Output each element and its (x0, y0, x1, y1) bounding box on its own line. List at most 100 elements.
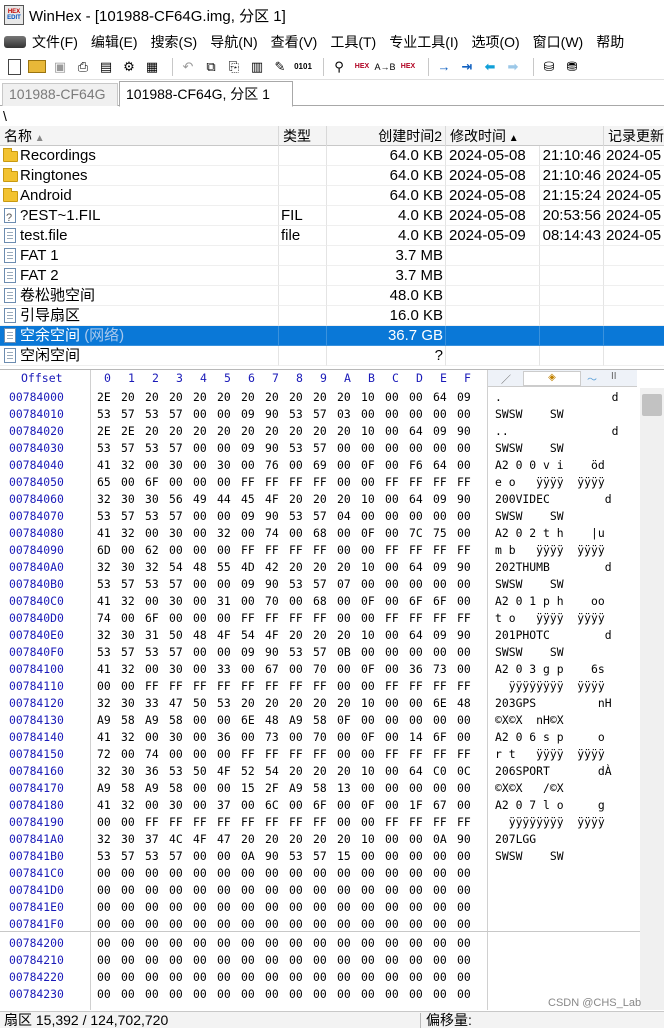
tab-partition-1[interactable]: 101988-CF64G, 分区 1 (119, 81, 293, 107)
goto-offset-icon[interactable]: ⇥ (458, 58, 476, 76)
hex-row[interactable]: 00784120 32 30 33 47 50 53 20 20 20 20 20 10 00 00 6E 48… (0, 695, 640, 712)
hex-ascii[interactable]: A2 0 2 t h |u (495, 525, 605, 542)
copy-block-icon[interactable]: ⎘ (225, 58, 243, 76)
find-icon[interactable]: ⚲ (330, 58, 348, 76)
hex-row[interactable]: 00784080 41 32 00 30 00 32 00 74 00 68 00 0F 00 7C 75 00… (0, 525, 640, 542)
disk-icon[interactable]: ⛁ (540, 58, 558, 76)
hex-row[interactable]: 00784170 A9 58 A9 58 00 00 15 2F A9 58 13 00 00 00 00 00… (0, 780, 640, 797)
hex-ascii[interactable]: ÿÿÿÿÿÿÿÿ ÿÿÿÿ (495, 678, 605, 695)
hex-row[interactable]: 00784070 53 57 53 57 00 00 09 90 53 57 04 00 00 00 00 00… (0, 508, 640, 525)
directory-row[interactable]: FAT 1 3.7 MB (0, 246, 664, 266)
binary-icon[interactable]: 0101 (294, 58, 312, 76)
goto-icon[interactable]: → (435, 58, 453, 76)
hex-ascii[interactable]: r t ÿÿÿÿ ÿÿÿÿ (495, 746, 605, 763)
hex-row[interactable]: 00784040 41 32 00 30 00 30 00 76 00 69 00 0F 00 F6 64 00… (0, 457, 640, 474)
hex-row[interactable]: 00784160 32 30 36 53 50 4F 52 54 20 20 20 10 00 64 C0 0C… (0, 763, 640, 780)
hex-row[interactable]: 00784220 00 00 00 00 00 00 00 00 00 00 00 00 00 00 00 00 (0, 969, 640, 986)
undo-icon[interactable]: ↶ (179, 58, 197, 76)
scrollbar-thumb[interactable] (642, 394, 662, 416)
hex-ascii[interactable]: 200VIDEC d (495, 491, 612, 508)
directory-row[interactable]: Ringtones 64.0 KB 2024-05-08 21:10:46 2024-0… (0, 166, 664, 186)
print-icon[interactable]: ⎙ (74, 58, 92, 76)
menu-help[interactable]: 帮助 (596, 32, 624, 52)
hex-ascii[interactable]: SWSW SW (495, 576, 564, 593)
copy-icon[interactable]: ⧉ (202, 58, 220, 76)
directory-row[interactable]: Android 64.0 KB 2024-05-08 21:15:24 2024-05 (0, 186, 664, 206)
menu-window[interactable]: 窗口(W) (533, 32, 584, 52)
hex-row[interactable]: 007841A0 32 30 37 4C 4F 47 20 20 20 20 20 10 00 00 0A 90… (0, 831, 640, 848)
hex-ascii[interactable]: A2 0 6 s p o (495, 729, 605, 746)
column-record-header[interactable]: 记录更新 (604, 126, 664, 146)
hex-row[interactable]: 00784060 32 30 30 56 49 44 45 4F 20 20 20 10 00 64 09 90… (0, 491, 640, 508)
hex-ascii[interactable]: A2 0 3 g p 6s (495, 661, 605, 678)
menu-tools[interactable]: 工具(T) (330, 32, 376, 52)
hex-ascii[interactable]: SWSW SW (495, 508, 564, 525)
hex-ascii[interactable]: 201PHOTC d (495, 627, 612, 644)
hex-row[interactable]: 00784210 00 00 00 00 00 00 00 00 00 00 00 00 00 00 00 00 (0, 952, 640, 969)
hex-row[interactable]: 00784030 53 57 53 57 00 00 09 90 53 57 00 00 00 00 00 00… (0, 440, 640, 457)
hex-row[interactable]: 007840B0 53 57 53 57 00 00 09 90 53 57 07 00 00 00 00 00… (0, 576, 640, 593)
directory-row[interactable]: 空余空间 (网络) 36.7 GB (0, 326, 664, 346)
hex-ascii[interactable]: 202THUMB d (495, 559, 612, 576)
hex-ascii[interactable]: .. d (495, 423, 618, 440)
menu-options[interactable]: 选项(O) (471, 32, 519, 52)
ascii-tab-label[interactable]: II (611, 371, 617, 386)
vertical-scrollbar[interactable] (640, 388, 664, 1010)
hex-ascii[interactable]: t o ÿÿÿÿ ÿÿÿÿ (495, 610, 605, 627)
hex-row[interactable]: 00784000 2E 20 20 20 20 20 20 20 20 20 20 10 00 00 64 09… (0, 389, 640, 406)
hex-row[interactable]: 007840A0 32 30 32 54 48 55 4D 42 20 20 20 10 00 64 09 90… (0, 559, 640, 576)
hex-ascii[interactable]: A2 0 1 p h oo (495, 593, 605, 610)
hex-row[interactable]: 007841C0 00 00 00 00 00 00 00 00 00 00 00 00 00 00 00 00 (0, 865, 640, 882)
menu-file[interactable]: 文件(F) (32, 32, 78, 52)
directory-row[interactable]: FAT 2 3.7 MB (0, 266, 664, 286)
hex-ascii[interactable]: SWSW SW (495, 644, 564, 661)
hex-row[interactable]: 00784100 41 32 00 30 00 33 00 67 00 70 00 0F 00 36 73 00… (0, 661, 640, 678)
disk-menu-icon[interactable] (4, 36, 26, 48)
paste-icon[interactable]: ▥ (248, 58, 266, 76)
column-modified-header[interactable]: 修改时间 ▲ (446, 126, 604, 146)
new-file-icon[interactable] (8, 58, 21, 75)
replace-icon[interactable]: A→B (375, 58, 396, 76)
hex-row[interactable]: 00784200 00 00 00 00 00 00 00 00 00 00 00 00 00 00 00 00 (0, 935, 640, 952)
hex-ascii[interactable]: 207LGG (495, 831, 536, 848)
open-disk-icon[interactable]: ▦ (143, 58, 161, 76)
hex-ascii[interactable]: SWSW SW (495, 406, 564, 423)
back-icon[interactable]: ⬅ (481, 58, 499, 76)
text-mode-icon[interactable]: ／ (501, 371, 511, 386)
hex-row[interactable]: 00784190 00 00 FF FF FF FF FF FF FF FF 00 00 FF FF FF FF… (0, 814, 640, 831)
hex-row[interactable]: 007841B0 53 57 53 57 00 00 0A 90 53 57 15 00 00 00 00 00… (0, 848, 640, 865)
menu-edit[interactable]: 编辑(E) (91, 32, 138, 52)
hex-ascii[interactable]: 206SPORT dÀ (495, 763, 612, 780)
hex-row[interactable]: 00784020 2E 2E 20 20 20 20 20 20 20 20 20 10 00 64 09 90… (0, 423, 640, 440)
hex-row[interactable]: 007841F0 00 00 00 00 00 00 00 00 00 00 00 00 00 00 00 00 (0, 916, 640, 933)
hex-row[interactable]: 007840D0 74 00 6F 00 00 00 FF FF FF FF 00 00 FF FF FF FF… (0, 610, 640, 627)
directory-row[interactable]: ?EST~1.FIL FIL4.0 KB2024-05-0820:53:56202… (0, 206, 664, 226)
directory-row[interactable]: test.file file 4.0 KB 2024-05-09 08:14:43 202… (0, 226, 664, 246)
hex-row[interactable]: 00784230 00 00 00 00 00 00 00 00 00 00 00 00 00 00 00 00 (0, 986, 640, 1003)
hex-editor[interactable]: Offset 0 1 2 3 4 5 6 7 8 9 A B C D E F ／ ◈ ～ II 0078400… (0, 369, 664, 1011)
hex-ascii[interactable]: e o ÿÿÿÿ ÿÿÿÿ (495, 474, 605, 491)
hex-row[interactable]: 00784180 41 32 00 30 00 37 00 6C 00 6F 00 0F 00 1F 67 00… (0, 797, 640, 814)
hex-ascii[interactable]: ©X©X nH©X (495, 712, 564, 729)
hex-ascii[interactable]: . d (495, 389, 618, 406)
hex-row[interactable]: 007840C0 41 32 00 30 00 31 00 70 00 68 00 0F 00 6F 6F 00… (0, 593, 640, 610)
find-hex-icon[interactable]: HEX (353, 58, 371, 76)
menu-search[interactable]: 搜索(S) (151, 32, 198, 52)
ascii-view-icon[interactable]: ◈ (523, 371, 581, 386)
directory-row[interactable]: Recordings 64.0 KB 2024-05-08 21:10:46 2024-… (0, 146, 664, 166)
replace-hex-icon[interactable]: HEX (399, 58, 417, 76)
hex-ascii[interactable]: ©X©X /©X (495, 780, 564, 797)
hex-ascii[interactable]: SWSW SW (495, 440, 564, 457)
directory-row[interactable]: 卷松驰空间 48.0 KB (0, 286, 664, 306)
hex-row[interactable]: 007841E0 00 00 00 00 00 00 00 00 00 00 00 00 00 00 00 00 (0, 899, 640, 916)
hex-row[interactable]: 00784010 53 57 53 57 00 00 09 90 53 57 03 00 00 00 00 00… (0, 406, 640, 423)
hex-row[interactable]: 00784130 A9 58 A9 58 00 00 6E 48 A9 58 0F 00 00 00 00 00… (0, 712, 640, 729)
hex-row[interactable]: 00784110 00 00 FF FF FF FF FF FF FF FF 00 00 FF FF FF FF… (0, 678, 640, 695)
directory-row[interactable]: 空闲空间? (0, 346, 664, 366)
hex-row[interactable]: 007840F0 53 57 53 57 00 00 09 90 53 57 0B 00 00 00 00 00… (0, 644, 640, 661)
tab-disk[interactable]: 101988-CF64G (2, 83, 118, 106)
hex-row[interactable]: 00784140 41 32 00 30 00 36 00 73 00 70 00 0F 00 14 6F 00… (0, 729, 640, 746)
forward-icon[interactable]: ➡ (504, 58, 522, 76)
open-folder-icon[interactable] (28, 60, 46, 73)
hex-ascii[interactable]: ÿÿÿÿÿÿÿÿ ÿÿÿÿ (495, 814, 605, 831)
